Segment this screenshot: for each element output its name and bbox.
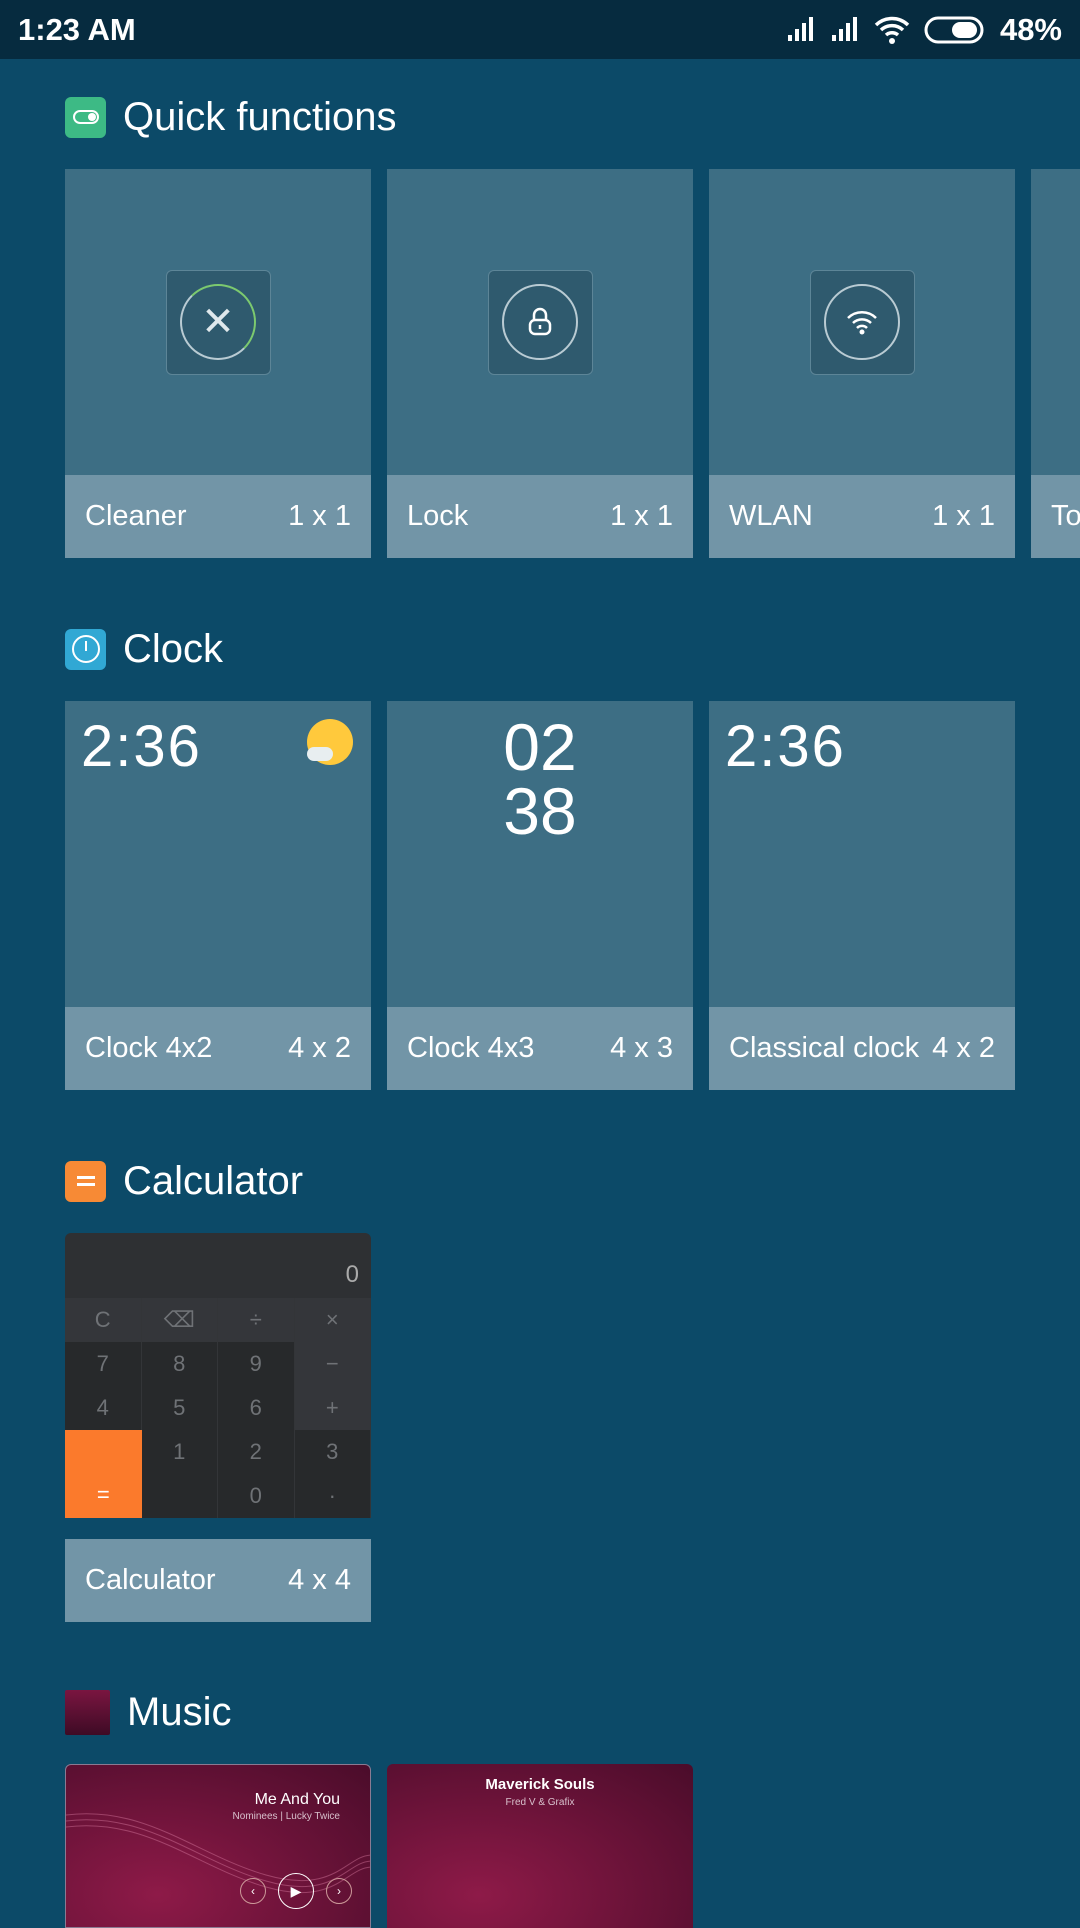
widget-size: 4 x 2 [288, 1032, 351, 1064]
widget-name: Classical clock [729, 1032, 920, 1064]
widget-size: 4 x 2 [932, 1032, 995, 1064]
clock-hours: 02 [503, 710, 577, 784]
section-title: Music [127, 1689, 232, 1734]
section-clock: Clock 2:36 Clock 4x2 4 x 2 02 38 Clock 4x3 4 … [65, 619, 1080, 1090]
calc-key[interactable]: C [65, 1298, 142, 1342]
clock-preview-time: 2:36 [81, 714, 202, 779]
widget-cleaner[interactable]: ✕ Cleaner 1 x 1 [65, 169, 371, 558]
song-artist: Nominees | Lucky Twice [232, 1811, 340, 1822]
battery-icon [924, 16, 984, 43]
signal-icon [831, 16, 857, 41]
widget-clock-4x3[interactable]: 02 38 Clock 4x3 4 x 3 [387, 701, 693, 1090]
wifi-icon [874, 16, 910, 44]
calc-key[interactable]: 6 [218, 1386, 295, 1430]
widget-size: 4 x 3 [610, 1032, 673, 1064]
song-artist: Fred V & Grafix [505, 1797, 575, 1808]
calc-key[interactable]: 2 [218, 1430, 295, 1474]
widget-size: 4 x 4 [288, 1564, 351, 1596]
status-bar: 1:23 AM 48% [0, 0, 1080, 59]
weather-sun-icon [307, 719, 353, 765]
section-music: Music Me And You Nominees | Lucky Twice ‹… [65, 1682, 1080, 1928]
previous-icon[interactable]: ‹ [240, 1878, 266, 1904]
calc-key[interactable]: 4 [65, 1386, 142, 1430]
widget-clock-4x2[interactable]: 2:36 Clock 4x2 4 x 2 [65, 701, 371, 1090]
calc-key[interactable]: 1 [141, 1430, 218, 1474]
section-title: Clock [123, 626, 224, 671]
section-quick-functions: Quick functions ✕ Cleaner 1 x 1 Lock 1 x 1 … [65, 87, 1080, 558]
calc-key[interactable] [141, 1474, 218, 1518]
calc-key[interactable]: 9 [218, 1342, 295, 1386]
clock-time: 1:23 AM [18, 11, 136, 47]
widget-lock[interactable]: Lock 1 x 1 [387, 169, 693, 558]
widget-name: Lock [407, 500, 469, 532]
calc-key[interactable]: − [294, 1342, 371, 1386]
song-title: Maverick Souls [485, 1776, 595, 1793]
calc-display: 0 [345, 1261, 359, 1288]
next-icon[interactable]: › [326, 1878, 352, 1904]
clock-icon [65, 628, 106, 670]
widget-size: 1 x 1 [932, 500, 995, 532]
widget-name: WLAN [729, 500, 813, 532]
calc-key[interactable]: = [65, 1430, 142, 1518]
widget-name: Clock 4x3 [407, 1032, 535, 1064]
section-title: Quick functions [123, 94, 397, 139]
close-icon: ✕ [201, 300, 235, 344]
calc-key[interactable]: 3 [294, 1430, 371, 1474]
wifi-icon [847, 311, 877, 335]
equals-icon [65, 1160, 106, 1202]
section-title: Calculator [123, 1158, 304, 1203]
calc-key[interactable]: 8 [141, 1342, 218, 1386]
calc-key[interactable]: ÷ [218, 1298, 295, 1342]
widget-partial[interactable]: To [1031, 169, 1080, 558]
section-calculator: Calculator 0 C ⌫ ÷ × 7 8 9−4 5 6 +1 2 3 = 0 · Calculat… [65, 1151, 1080, 1622]
lock-icon [528, 307, 552, 336]
clock-minutes: 38 [503, 774, 577, 848]
calc-key[interactable]: + [294, 1386, 371, 1430]
toggle-icon [65, 96, 106, 138]
widget-name: Clock 4x2 [85, 1032, 213, 1064]
music-thumb-icon [65, 1689, 110, 1735]
calc-key[interactable]: 5 [141, 1386, 218, 1430]
signal-icon [787, 16, 813, 41]
song-title: Me And You [254, 1791, 340, 1808]
play-icon[interactable]: ▶ [278, 1873, 314, 1909]
widget-wlan[interactable]: WLAN 1 x 1 [709, 169, 1015, 558]
widget-calculator[interactable]: 0 C ⌫ ÷ × 7 8 9−4 5 6 +1 2 3 = 0 · Calculator 4 x 4 [65, 1233, 371, 1622]
widget-music-me-and-you[interactable]: Me And You Nominees | Lucky Twice ‹ ▶ › [65, 1764, 371, 1928]
widget-name: Cleaner [85, 500, 187, 532]
widget-name: Calculator [85, 1564, 216, 1596]
calc-key[interactable]: · [294, 1474, 371, 1518]
widget-size: 1 x 1 [610, 500, 673, 532]
battery-percent: 48% [999, 11, 1062, 47]
widget-music-maverick-souls[interactable]: Maverick Souls Fred V & Grafix [387, 1764, 693, 1928]
clock-preview-time: 2:36 [725, 714, 846, 779]
calc-key[interactable]: 0 [218, 1474, 295, 1518]
widget-classical-clock[interactable]: 2:36 Classical clock 4 x 2 [709, 701, 1015, 1090]
calc-key[interactable]: × [294, 1298, 371, 1342]
calc-key[interactable]: 7 [65, 1342, 142, 1386]
calc-key[interactable]: ⌫ [141, 1298, 218, 1342]
widget-size: 1 x 1 [288, 500, 351, 532]
widget-name: To [1051, 500, 1080, 532]
